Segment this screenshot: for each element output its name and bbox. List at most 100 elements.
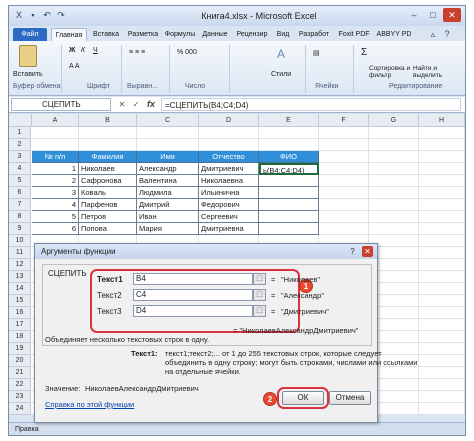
empty-cell[interactable] — [369, 127, 419, 139]
empty-cell[interactable] — [319, 175, 369, 187]
table-cell[interactable]: Петров — [79, 211, 137, 223]
row-header[interactable]: 1 — [9, 127, 31, 139]
empty-cell[interactable] — [319, 127, 369, 139]
empty-cell[interactable] — [419, 343, 465, 355]
row-header[interactable]: 2 — [9, 139, 31, 151]
formula-input[interactable]: =СЦЕПИТЬ(B4;C4;D4) — [161, 98, 461, 111]
table-cell[interactable]: Дмитриевич — [199, 163, 259, 175]
arg-input-1[interactable]: B4 — [133, 273, 253, 285]
table-cell[interactable]: Мария — [137, 223, 199, 235]
table-header-cell[interactable]: № п/п — [32, 151, 79, 163]
row-header[interactable]: 5 — [9, 175, 31, 187]
row-header[interactable]: 20 — [9, 355, 31, 367]
maximize-icon[interactable]: □ — [424, 8, 442, 22]
empty-cell[interactable] — [259, 127, 319, 139]
row-header[interactable]: 4 — [9, 163, 31, 175]
table-header-cell[interactable]: Имя — [137, 151, 199, 163]
help-icon[interactable]: ? — [347, 246, 358, 257]
empty-cell[interactable] — [419, 331, 465, 343]
column-header[interactable]: D — [199, 114, 259, 127]
empty-cell[interactable] — [369, 211, 419, 223]
cells-icon[interactable]: ▤ — [313, 49, 320, 57]
range-select-icon[interactable]: ⬚ — [253, 305, 266, 317]
empty-cell[interactable] — [419, 379, 465, 391]
row-header[interactable]: 21 — [9, 367, 31, 379]
table-cell[interactable]: Коваль — [79, 187, 137, 199]
table-cell[interactable]: Попова — [79, 223, 137, 235]
undo-icon[interactable]: ↶ — [41, 9, 53, 21]
empty-cell[interactable] — [137, 139, 199, 151]
table-header-cell[interactable]: Фамилия — [79, 151, 137, 163]
empty-cell[interactable] — [419, 199, 465, 211]
row-header[interactable]: 19 — [9, 343, 31, 355]
active-cell[interactable]: ь(B4;C4;D4) — [259, 163, 319, 175]
paste-button[interactable]: Вставить — [13, 71, 43, 78]
sigma-icon[interactable]: Σ — [361, 47, 367, 58]
table-cell[interactable] — [259, 175, 319, 187]
row-header[interactable]: 22 — [9, 379, 31, 391]
table-cell[interactable]: Николаевна — [199, 175, 259, 187]
empty-cell[interactable] — [419, 307, 465, 319]
sort-filter-button[interactable]: Сортировка и фильтр — [369, 65, 413, 79]
table-cell[interactable] — [259, 211, 319, 223]
empty-cell[interactable] — [79, 139, 137, 151]
column-header[interactable]: E — [259, 114, 319, 127]
table-cell[interactable]: 3 — [32, 187, 79, 199]
column-header[interactable]: B — [79, 114, 137, 127]
table-cell[interactable] — [259, 223, 319, 235]
row-header[interactable]: 7 — [9, 199, 31, 211]
empty-cell[interactable] — [419, 391, 465, 403]
empty-cell[interactable] — [79, 127, 137, 139]
collapse-ribbon-icon[interactable]: ▵ — [427, 28, 439, 40]
empty-cell[interactable] — [369, 187, 419, 199]
empty-cell[interactable] — [319, 187, 369, 199]
empty-cell[interactable] — [419, 235, 465, 247]
row-header[interactable]: 12 — [9, 259, 31, 271]
empty-cell[interactable] — [319, 139, 369, 151]
empty-cell[interactable] — [369, 163, 419, 175]
percent-icon[interactable]: % 000 — [177, 49, 197, 56]
ok-button[interactable]: ОК — [282, 391, 324, 405]
empty-cell[interactable] — [369, 199, 419, 211]
table-cell[interactable]: 1 — [32, 163, 79, 175]
empty-cell[interactable] — [369, 175, 419, 187]
table-cell[interactable]: Парфенов — [79, 199, 137, 211]
row-header[interactable]: 16 — [9, 307, 31, 319]
select-all-corner[interactable] — [9, 114, 32, 127]
row-header[interactable]: 23 — [9, 391, 31, 403]
empty-cell[interactable] — [32, 139, 79, 151]
tab-abbyy[interactable]: ABBYY PD — [375, 28, 413, 41]
table-cell[interactable]: 6 — [32, 223, 79, 235]
italic-icon[interactable]: К — [81, 47, 85, 54]
table-cell[interactable] — [259, 187, 319, 199]
find-select-button[interactable]: Найти и выделить — [413, 65, 453, 79]
table-cell[interactable]: Сафронова — [79, 175, 137, 187]
row-header[interactable]: 14 — [9, 283, 31, 295]
empty-cell[interactable] — [419, 187, 465, 199]
empty-cell[interactable] — [419, 403, 465, 415]
column-header[interactable]: G — [369, 114, 419, 127]
empty-cell[interactable] — [419, 355, 465, 367]
table-cell[interactable]: Людмила — [137, 187, 199, 199]
row-header[interactable]: 6 — [9, 187, 31, 199]
arg-input-3[interactable]: D4 — [133, 305, 253, 317]
empty-cell[interactable] — [319, 223, 369, 235]
tab-data[interactable]: Данные — [199, 28, 231, 41]
range-select-icon[interactable]: ⬚ — [253, 273, 266, 285]
tab-layout[interactable]: Разметка — [125, 28, 161, 41]
tab-insert[interactable]: Вставка — [89, 28, 123, 41]
align-icon[interactable]: ≡ ≡ ≡ — [129, 49, 145, 56]
arg-input-2[interactable]: C4 — [133, 289, 253, 301]
empty-cell[interactable] — [419, 211, 465, 223]
empty-cell[interactable] — [419, 223, 465, 235]
tab-home[interactable]: Главная — [51, 28, 87, 41]
cancel-button[interactable]: Отмена — [329, 391, 371, 405]
empty-cell[interactable] — [419, 367, 465, 379]
empty-cell[interactable] — [369, 151, 419, 163]
paste-icon[interactable] — [19, 45, 37, 67]
close-icon[interactable]: ✕ — [362, 246, 373, 257]
font-size-icon[interactable]: A A — [69, 63, 80, 70]
confirm-formula-icon[interactable]: ✓ — [131, 99, 141, 110]
tab-review[interactable]: Рецензир — [232, 28, 272, 41]
table-cell[interactable]: Александр — [137, 163, 199, 175]
